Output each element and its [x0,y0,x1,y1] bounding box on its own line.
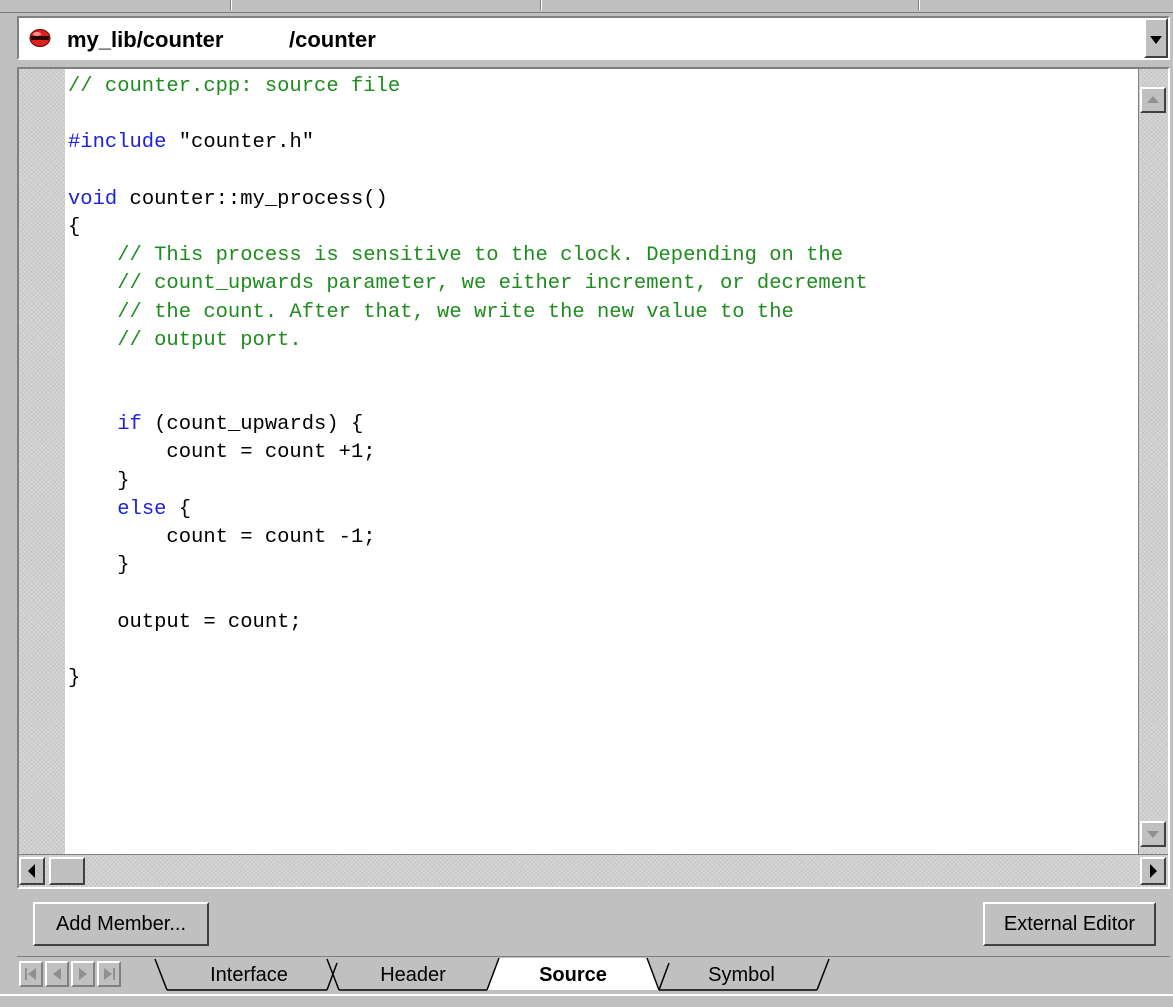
instance-path: /counter [289,27,376,52]
add-member-button[interactable]: Add Member... [33,902,209,946]
tab-header[interactable]: Header [347,961,479,989]
code-line: // count_upwards parameter, we either in… [68,270,1128,298]
code-comment: // output port. [68,328,302,352]
scroll-up-button[interactable] [1140,87,1166,113]
code-line: } [68,552,1128,580]
tab-symbol[interactable]: Symbol [669,961,814,989]
code-text: count = count -1; [68,526,376,549]
tab-bar: Interface Header Source Symbol [17,956,1170,991]
code-comment: // the count. After that, we write the n… [68,300,794,324]
arrow-up-icon [1147,96,1159,103]
code-comment: // counter.cpp: source file [68,75,401,98]
scroll-right-button[interactable] [1140,857,1166,885]
tab-source[interactable]: Source [501,961,645,989]
code-text: { [166,497,192,521]
code-area[interactable]: // counter.cpp: source file #include "co… [68,73,1128,853]
code-keyword: else [117,497,167,521]
external-editor-button[interactable]: External Editor [983,902,1156,946]
editor-gutter [19,69,65,854]
context-selector[interactable]: my_lib/counter /counter [17,16,1170,60]
arrow-left-icon [28,864,35,878]
library-name: my_lib/counter [67,27,224,52]
code-text: "counter.h" [166,131,315,155]
code-text: count = count +1; [68,441,376,465]
code-line: // the count. After that, we write the n… [68,299,1128,327]
code-text: } [68,554,130,578]
code-text: { [68,215,81,239]
code-line: // counter.cpp: source file [68,73,1128,101]
code-text: counter::my_process() [117,187,388,211]
code-line: } [68,468,1128,496]
top-splitter-strip [0,0,1173,13]
code-line: void counter::my_process() [68,186,1128,214]
code-text: output = count; [68,610,302,634]
code-text: } [68,469,130,493]
status-strip [0,994,1173,1007]
code-line: count = count -1; [68,524,1128,552]
source-editor[interactable]: // counter.cpp: source file #include "co… [17,67,1170,889]
code-line: { [68,214,1128,242]
arrow-down-icon [1147,831,1159,838]
code-text: (count_upwards) { [141,413,364,437]
code-line: // output port. [68,327,1128,355]
code-keyword: if [117,413,142,437]
code-comment: // count_upwards parameter, we either in… [68,272,868,296]
code-line: if (count_upwards) { [68,411,1128,439]
splitter-tick [541,0,542,10]
tab-interface[interactable]: Interface [179,961,319,989]
code-keyword: #include [68,131,167,155]
code-line: #include "counter.h" [68,129,1128,157]
code-line: count = count +1; [68,439,1128,467]
dropdown-button[interactable] [1144,18,1168,58]
horizontal-scrollbar[interactable] [19,854,1168,887]
horizontal-scroll-thumb[interactable] [49,857,85,885]
dropdown-arrow-icon [1150,36,1162,44]
code-line: output = count; [68,609,1128,637]
code-line: } [68,665,1128,693]
code-keyword: void [68,187,118,211]
vertical-scrollbar[interactable] [1138,69,1168,854]
splitter-tick [919,0,920,10]
code-text: } [68,666,81,690]
code-comment: // This process is sensitive to the cloc… [68,244,844,268]
red-block-icon [29,29,51,47]
arrow-right-icon [1150,864,1157,878]
scroll-down-button[interactable] [1140,821,1166,847]
code-line: // This process is sensitive to the cloc… [68,242,1128,270]
splitter-tick [231,0,232,10]
scroll-left-button[interactable] [19,857,45,885]
code-line: else { [68,496,1128,524]
